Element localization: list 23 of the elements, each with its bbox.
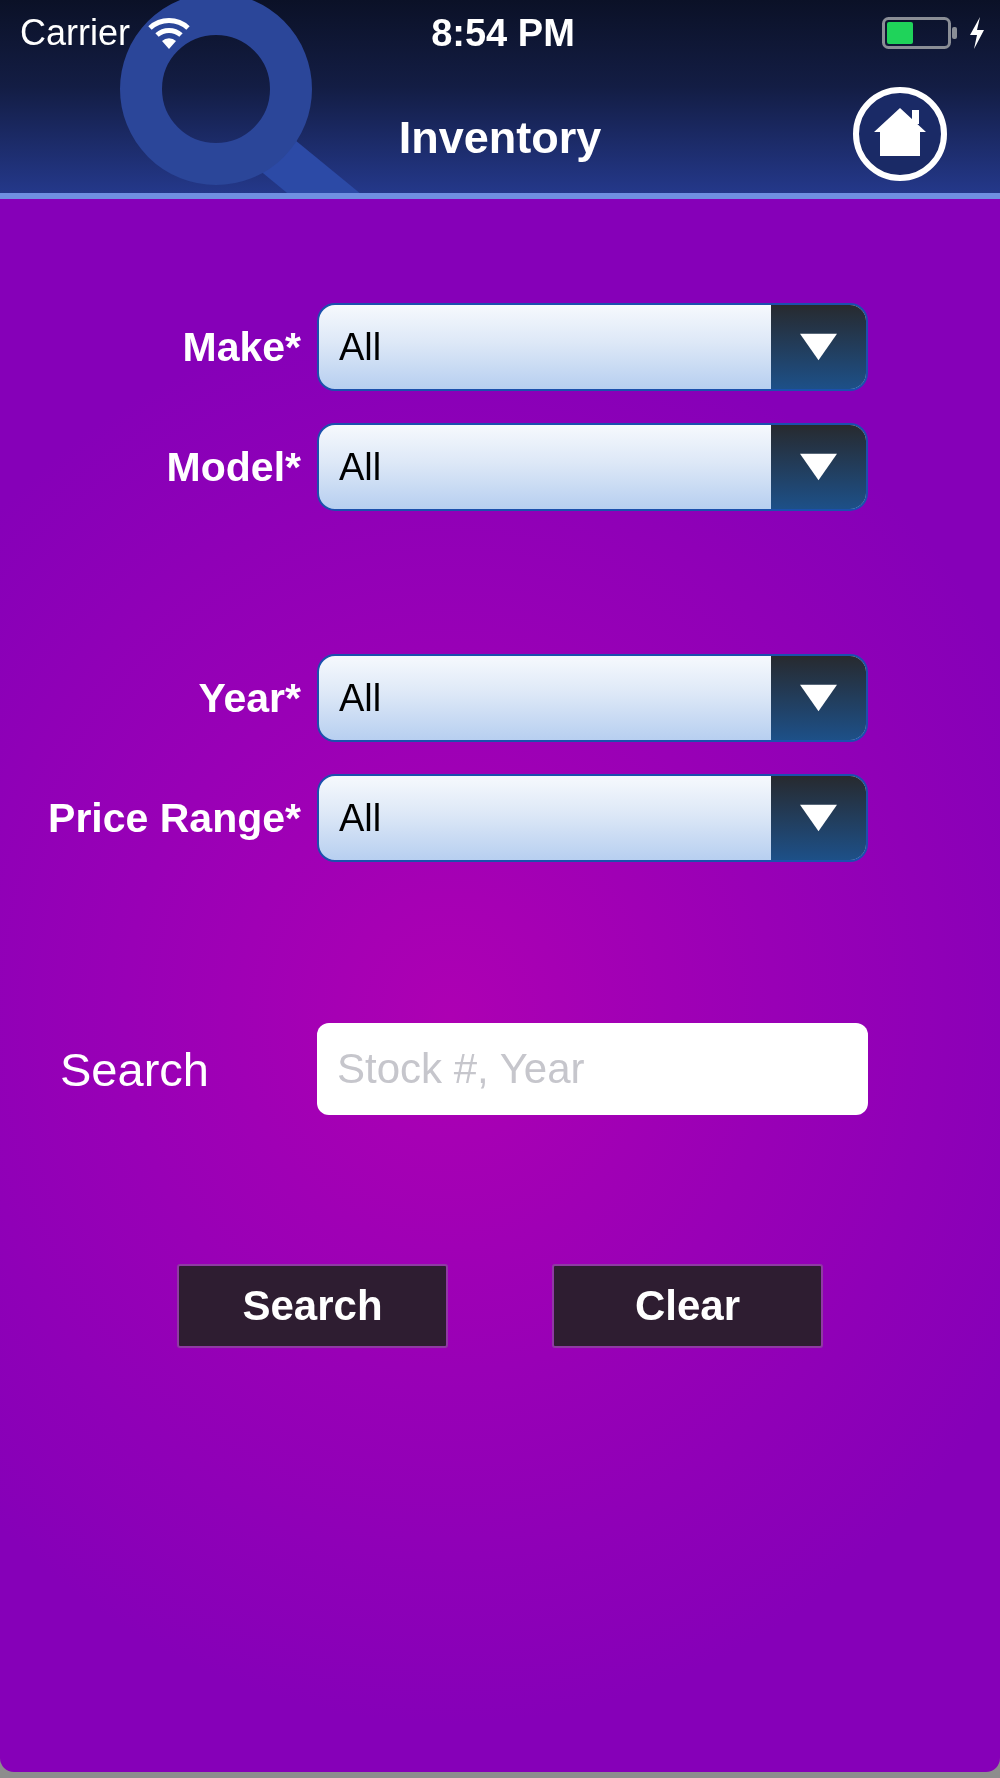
- field-label: Year*: [197, 677, 301, 719]
- field-label: Make*: [181, 326, 301, 368]
- battery-icon: [882, 16, 958, 49]
- caret-icon: [771, 425, 866, 509]
- caret-icon: [771, 656, 866, 740]
- screen-title: Inventory: [398, 110, 602, 160]
- dropdown[interactable]: All: [317, 654, 868, 742]
- dropdown[interactable]: All: [317, 774, 868, 862]
- dropdown[interactable]: All: [317, 303, 868, 391]
- caret-icon: [771, 305, 866, 389]
- search-field[interactable]: Stock #, Year: [317, 1023, 868, 1115]
- clear-button[interactable]: Clear: [552, 1264, 823, 1348]
- search-button[interactable]: Search: [177, 1264, 448, 1348]
- home-icon[interactable]: [852, 86, 948, 182]
- caret-icon: [771, 776, 866, 860]
- clock-time: 8:54 PM: [431, 13, 575, 52]
- wifi-icon: [148, 16, 190, 49]
- charging-bolt-icon: [968, 16, 986, 49]
- field-label: Model*: [165, 446, 301, 488]
- dropdown[interactable]: All: [317, 423, 868, 511]
- search-label: Search: [60, 1045, 209, 1093]
- carrier-name: Carrier: [20, 14, 130, 51]
- field-label: Price Range*: [47, 797, 301, 839]
